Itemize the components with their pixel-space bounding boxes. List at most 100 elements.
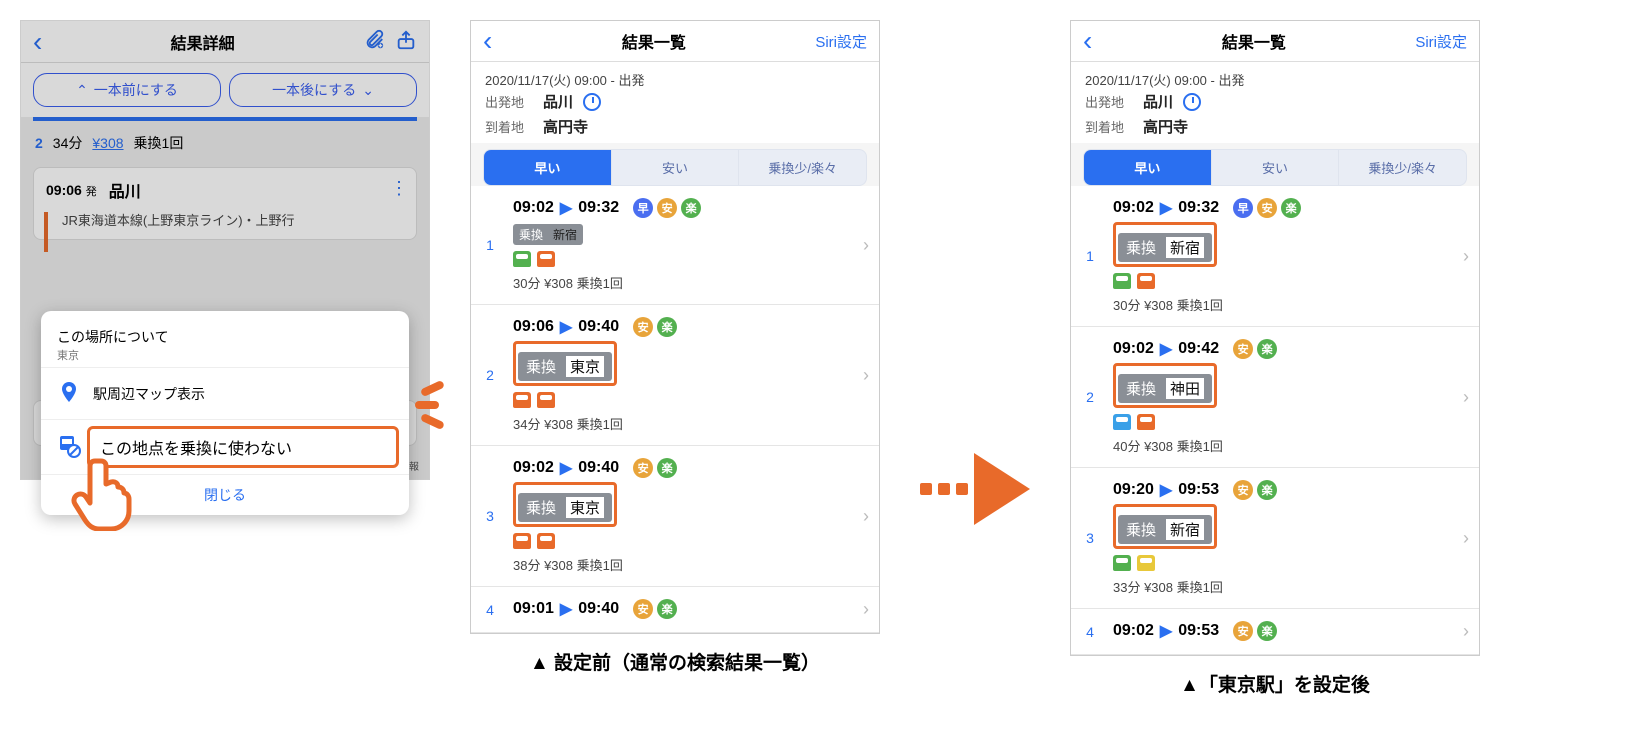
result-index: 2 [477, 367, 503, 383]
prev-departure-button[interactable]: 一本前にする [33, 73, 221, 107]
line-color-bar [44, 212, 48, 252]
train-icon [1113, 273, 1131, 289]
results-before-screen: 結果一覧 Siri設定 2020/11/17(火) 09:00 - 出発 出発地… [470, 20, 880, 634]
train-icon [537, 533, 555, 549]
filter-easy[interactable]: 乗換少/楽々 [738, 150, 866, 185]
badge: 安 [1257, 198, 1277, 218]
map-pin-icon [57, 380, 81, 407]
chevron-right-icon: › [1463, 387, 1469, 408]
back-button[interactable] [1083, 32, 1092, 50]
siri-settings-button[interactable]: Siri設定 [1415, 31, 1467, 52]
result-row[interactable]: 209:06▶09:40安楽乗換東京34分 ¥308 乗換1回› [471, 305, 879, 446]
chevron-right-icon: › [863, 235, 869, 256]
search-datetime: 2020/11/17(火) 09:00 - 出発 [485, 70, 865, 89]
tab-indicator [33, 117, 417, 121]
filter-cheap[interactable]: 安い [1211, 150, 1339, 185]
result-index: 3 [477, 508, 503, 524]
train-icon [513, 251, 531, 267]
chevron-right-icon: › [1463, 246, 1469, 267]
badge: 楽 [681, 198, 701, 218]
train-icons [1113, 555, 1453, 571]
transition-arrow-icon [920, 453, 1030, 525]
time-range: 09:01▶09:40安楽 [513, 599, 853, 619]
train-icon [1137, 555, 1155, 571]
navbar: 結果詳細 [21, 21, 429, 63]
filter-fast[interactable]: 早い [1084, 150, 1211, 185]
fare-link[interactable]: ¥308 [92, 135, 123, 151]
siri-settings-button[interactable]: Siri設定 [815, 31, 867, 52]
share-icon[interactable] [395, 29, 417, 54]
badge: 早 [1233, 198, 1253, 218]
transfer-chip: 乗換新宿 [1118, 233, 1212, 262]
badge: 楽 [657, 599, 677, 619]
clock-icon[interactable] [1183, 93, 1201, 111]
kebab-icon[interactable]: ⋮ [390, 178, 406, 199]
attach-icon[interactable] [363, 29, 385, 54]
detail-screen: 結果詳細 一本前にする 一本後にする 2 34分 ¥308 乗換1回 ⋮ 09:… [20, 20, 430, 480]
train-icon [1137, 414, 1155, 430]
result-row[interactable]: 109:02▶09:32早安楽乗換新宿30分 ¥308 乗換1回› [471, 186, 879, 305]
result-index: 1 [1077, 248, 1103, 264]
next-departure-button[interactable]: 一本後にする [229, 73, 417, 107]
search-datetime: 2020/11/17(火) 09:00 - 出発 [1085, 70, 1465, 89]
triangle-icon: ▶ [560, 599, 572, 619]
badge: 早 [633, 198, 653, 218]
badge: 安 [633, 458, 653, 478]
back-button[interactable] [33, 33, 42, 51]
badge: 楽 [1281, 198, 1301, 218]
result-index: 3 [1077, 530, 1103, 546]
result-index: 2 [1077, 389, 1103, 405]
badge: 安 [633, 317, 653, 337]
badge: 楽 [657, 317, 677, 337]
time-range: 09:02▶09:42安楽 [1113, 339, 1453, 359]
route-summary: 2 34分 ¥308 乗換1回 [21, 127, 429, 159]
result-row[interactable]: 209:02▶09:42安楽乗換神田40分 ¥308 乗換1回› [1071, 327, 1479, 468]
page-title: 結果一覧 [1222, 29, 1286, 53]
sort-filter-bar: 早い 安い 乗換少/楽々 [483, 149, 867, 186]
train-icons [1113, 414, 1453, 430]
transfer-chip: 乗換新宿 [1118, 515, 1212, 544]
train-icon [1137, 273, 1155, 289]
transfer-chip: 乗換新宿 [513, 224, 583, 245]
transfer-chip: 乗換東京 [518, 493, 612, 522]
result-summary: 30分 ¥308 乗換1回 [513, 273, 853, 292]
clock-icon[interactable] [583, 93, 601, 111]
filter-easy[interactable]: 乗換少/楽々 [1338, 150, 1466, 185]
chevron-down-icon [362, 82, 374, 99]
train-icons [513, 251, 853, 267]
sheet-item-map[interactable]: 駅周辺マップ表示 [41, 367, 409, 419]
badge: 安 [1233, 621, 1253, 641]
badge: 安 [1233, 480, 1253, 500]
time-range: 09:02▶09:40安楽 [513, 458, 853, 478]
result-row[interactable]: 409:01▶09:40安楽› [471, 587, 879, 633]
results-list: 109:02▶09:32早安楽乗換新宿30分 ¥308 乗換1回›209:02▶… [1071, 186, 1479, 655]
time-range: 09:02▶09:53安楽 [1113, 621, 1453, 641]
train-icon [513, 533, 531, 549]
triangle-icon: ▶ [560, 198, 572, 218]
back-button[interactable] [483, 32, 492, 50]
chevron-right-icon: › [863, 599, 869, 620]
filter-cheap[interactable]: 安い [611, 150, 739, 185]
train-icons [513, 392, 853, 408]
triangle-icon: ▶ [560, 458, 572, 478]
result-row[interactable]: 309:02▶09:40安楽乗換東京38分 ¥308 乗換1回› [471, 446, 879, 587]
train-icon [537, 251, 555, 267]
triangle-icon: ▶ [1160, 621, 1172, 641]
result-row[interactable]: 109:02▶09:32早安楽乗換新宿30分 ¥308 乗換1回› [1071, 186, 1479, 327]
result-row[interactable]: 309:20▶09:53安楽乗換新宿33分 ¥308 乗換1回› [1071, 468, 1479, 609]
train-icon [1113, 555, 1131, 571]
result-row[interactable]: 409:02▶09:53安楽› [1071, 609, 1479, 655]
triangle-icon: ▶ [1160, 198, 1172, 218]
chevron-right-icon: › [863, 365, 869, 386]
result-summary: 34分 ¥308 乗換1回 [513, 414, 853, 433]
train-icon [513, 392, 531, 408]
result-summary: 40分 ¥308 乗換1回 [1113, 436, 1453, 455]
sheet-title: この場所について [57, 327, 393, 347]
filter-fast[interactable]: 早い [484, 150, 611, 185]
time-range: 09:02▶09:32早安楽 [513, 198, 853, 218]
results-list: 109:02▶09:32早安楽乗換新宿30分 ¥308 乗換1回›209:06▶… [471, 186, 879, 633]
transfer-chip: 乗換東京 [518, 352, 612, 381]
page-title: 結果詳細 [171, 30, 235, 54]
triangle-icon: ▶ [1160, 480, 1172, 500]
badge: 安 [633, 599, 653, 619]
